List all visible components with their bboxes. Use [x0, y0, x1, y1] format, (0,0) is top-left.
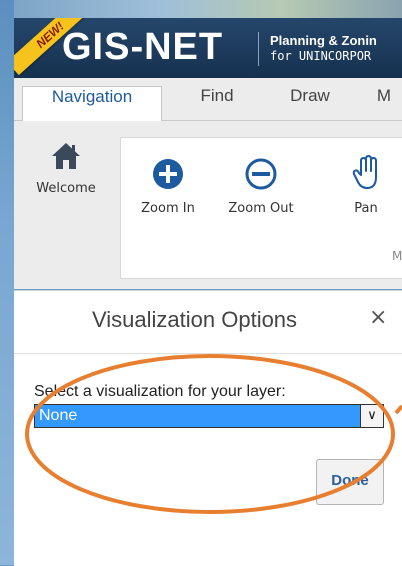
pane-title: Visualization Options [92, 307, 298, 332]
visualization-select-label: Select a visualization for your layer: [34, 383, 286, 400]
tab-find[interactable]: Find [182, 86, 252, 120]
zoom-out-label: Zoom Out [228, 201, 294, 216]
zoom-in-button[interactable]: Zoom In [128, 157, 208, 216]
ribbon-toolbar: Welcome Zoom In Zoom Out Pan M [14, 121, 402, 289]
tab-more[interactable]: M [366, 86, 402, 120]
ribbon-tabbar: Navigation Find Draw M [14, 78, 402, 122]
header-tagline-line1: Planning & Zonin [270, 33, 377, 48]
visualization-options-pane: Visualization Options × Select a visuali… [14, 290, 402, 566]
zoom-out-icon [245, 158, 277, 190]
welcome-button[interactable]: Welcome [14, 139, 118, 196]
done-button[interactable]: Done [316, 459, 384, 505]
tool-group-label: M [392, 249, 402, 263]
app-logo[interactable]: GIS-NET [62, 21, 223, 73]
pan-label: Pan [354, 201, 378, 216]
header-divider [258, 32, 259, 66]
pane-divider [14, 353, 402, 354]
close-icon[interactable]: × [369, 305, 387, 330]
visualization-select-value: None [35, 405, 361, 427]
tab-draw[interactable]: Draw [270, 86, 350, 120]
chevron-down-icon[interactable]: ∨ [360, 405, 383, 427]
home-icon [52, 143, 80, 169]
header-tagline-line2: for UNINCORPOR [270, 49, 372, 63]
map-backdrop-left [0, 0, 14, 565]
visualization-select[interactable]: None ∨ [34, 404, 384, 428]
app-header: NEW! GIS-NET Planning & Zonin for UNINCO… [14, 18, 402, 78]
pan-button[interactable]: Pan [336, 155, 396, 216]
zoom-in-icon [153, 159, 183, 189]
zoom-in-label: Zoom In [141, 201, 195, 216]
zoom-out-button[interactable]: Zoom Out [218, 157, 304, 216]
pan-hand-icon [352, 155, 377, 189]
tab-navigation[interactable]: Navigation [22, 86, 162, 122]
welcome-label: Welcome [36, 181, 96, 196]
